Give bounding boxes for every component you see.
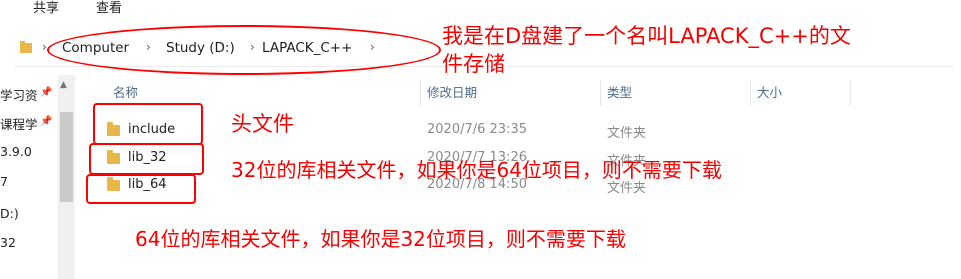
column-divider[interactable]	[750, 80, 751, 106]
annotation-folder-note-line2: 件存储	[442, 52, 505, 76]
file-date: 2020/7/6 23:35	[427, 122, 527, 137]
annotation-lib64-note: 64位的库相关文件，如果你是32位项目，则不需要下载	[135, 227, 626, 251]
nav-scroll-thumb[interactable]	[60, 112, 73, 202]
tab-view[interactable]: 查看	[96, 0, 122, 18]
pin-icon: 📌	[40, 87, 53, 98]
column-divider[interactable]	[600, 80, 601, 106]
column-divider[interactable]	[850, 80, 851, 106]
annotation-header-note: 头文件	[231, 112, 294, 136]
annotation-folder-note-line1: 我是在D盘建了一个名叫LAPACK_C++的文	[442, 24, 851, 48]
annotation-box-lib32	[89, 143, 204, 175]
annotation-folder-note: 我是在D盘建了一个名叫LAPACK_C++的文 件存储	[442, 22, 851, 78]
file-type: 文件夹	[607, 126, 647, 141]
column-header-name[interactable]: 名称	[113, 82, 138, 101]
annotation-box-include	[93, 103, 203, 145]
nav-item[interactable]: 学习资	[0, 85, 38, 104]
scroll-up-icon[interactable]: ▲	[60, 80, 67, 90]
column-header-date[interactable]: 修改日期	[427, 82, 477, 101]
annotation-lib32-note: 32位的库相关文件，如果你是64位项目，则不需要下载	[231, 158, 722, 182]
nav-item[interactable]: 课程学	[0, 114, 38, 133]
tab-share[interactable]: 共享	[33, 0, 59, 18]
column-divider[interactable]	[420, 80, 421, 106]
nav-item[interactable]: 32	[0, 235, 16, 250]
annotation-ellipse	[47, 25, 441, 75]
column-header-type[interactable]: 类型	[607, 82, 632, 101]
ribbon-bar: 共享 查看	[0, 0, 961, 20]
annotation-box-lib64	[86, 174, 196, 204]
folder-icon	[20, 41, 32, 53]
nav-item[interactable]: D:)	[0, 206, 19, 221]
pin-icon: 📌	[40, 116, 53, 127]
column-header-size[interactable]: 大小	[757, 82, 782, 101]
chevron-right-icon: ›	[42, 40, 47, 54]
nav-item[interactable]: 7	[0, 174, 8, 189]
nav-item[interactable]: 3.9.0	[0, 144, 32, 159]
